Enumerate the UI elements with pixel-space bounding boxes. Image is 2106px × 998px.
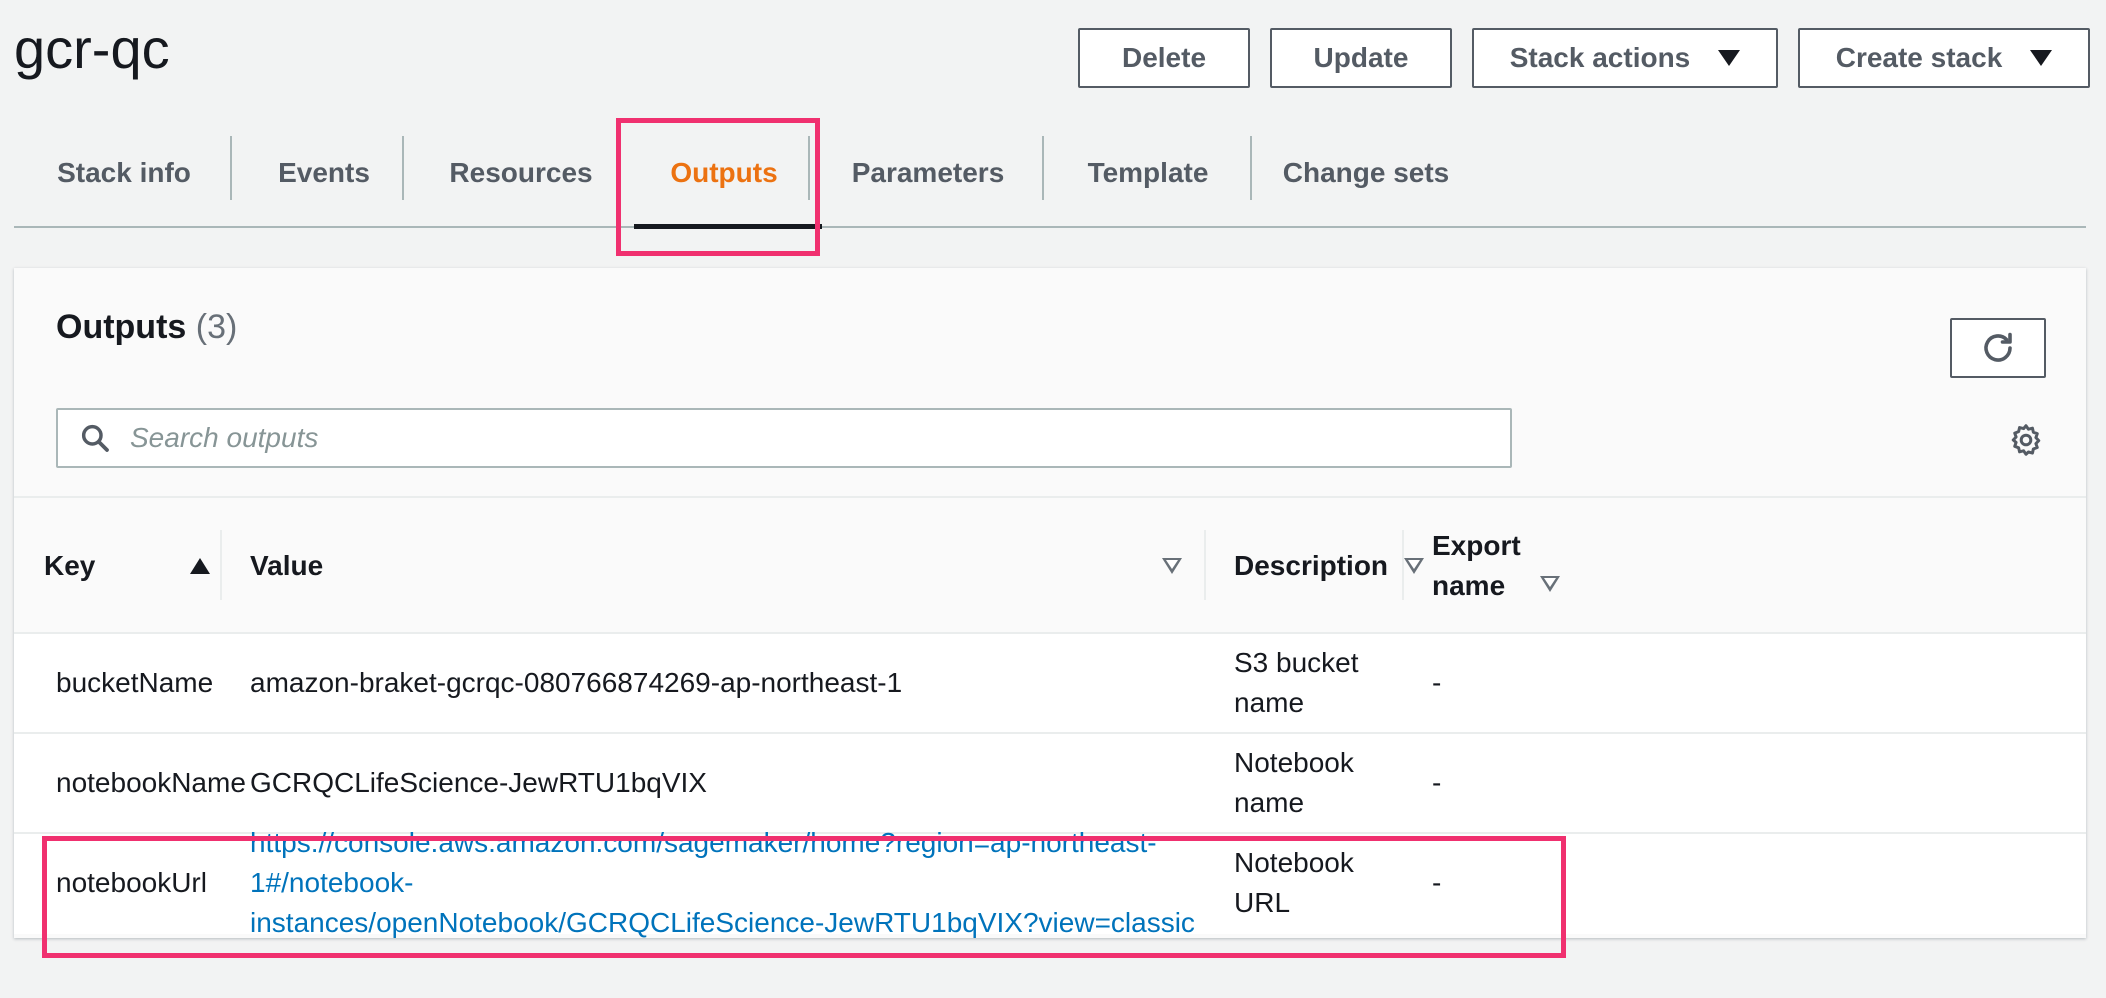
- stack-actions-button[interactable]: Stack actions: [1472, 28, 1778, 88]
- cell-description: Notebook URL: [1234, 847, 1354, 918]
- column-divider: [1402, 530, 1404, 600]
- cell-value: amazon-braket-gcrqc-080766874269-ap-nort…: [250, 667, 903, 698]
- delete-button-label: Delete: [1121, 42, 1207, 73]
- column-label: Export: [1432, 530, 1521, 561]
- cell-key: notebookUrl: [56, 867, 207, 898]
- tab-label: Template: [1087, 157, 1209, 188]
- refresh-button[interactable]: [1950, 318, 2046, 378]
- cell-export-name: -: [1432, 767, 1442, 798]
- cell-value: https://console.aws.amazon.com/sagemaker…: [250, 827, 1250, 938]
- tab-label: Stack info: [57, 157, 191, 188]
- search-box: [56, 408, 1512, 468]
- cell-description: Notebook name: [1234, 747, 1354, 818]
- outputs-panel: Outputs (3) Key: [14, 268, 2086, 938]
- sort-icon: [1162, 558, 1182, 574]
- sort-ascending-icon: [190, 558, 210, 574]
- caret-down-icon: [2030, 50, 2053, 66]
- tab-label: Outputs: [670, 157, 778, 188]
- column-divider: [1204, 530, 1206, 600]
- notebook-url-link[interactable]: https://console.aws.amazon.com/sagemaker…: [250, 823, 1250, 943]
- column-header-key[interactable]: Key: [44, 498, 220, 634]
- link-line: https://console.aws.amazon.com/sagemaker…: [250, 827, 1157, 898]
- sort-icon: [1540, 576, 1560, 592]
- link-line: instances/openNotebook/GCRQCLifeScience-…: [250, 907, 1195, 938]
- search-input[interactable]: [128, 413, 1488, 463]
- tab-change-sets[interactable]: Change sets: [1252, 118, 1480, 228]
- tab-label: Parameters: [851, 157, 1005, 188]
- tab-divider: [808, 136, 810, 200]
- table-row: bucketName amazon-braket-gcrqc-080766874…: [14, 634, 2086, 734]
- column-label: Value: [250, 550, 324, 581]
- column-header-export-name[interactable]: Export name: [1432, 498, 1562, 634]
- sort-icon: [1404, 558, 1424, 574]
- stack-tabs: Stack info Events Resources Outputs Para…: [14, 118, 2086, 229]
- outputs-table: Key Value Description Export name bucket…: [14, 496, 2086, 938]
- cell-key: bucketName: [56, 667, 214, 698]
- tab-parameters[interactable]: Parameters: [814, 118, 1042, 228]
- tab-label: Resources: [449, 157, 593, 188]
- column-label: Description: [1234, 550, 1389, 581]
- create-stack-button[interactable]: Create stack: [1798, 28, 2090, 88]
- cell-export-name: -: [1432, 667, 1442, 698]
- cell-value: GCRQCLifeScience-JewRTU1bqVIX: [250, 767, 707, 798]
- column-label: name: [1432, 570, 1506, 601]
- tab-label: Events: [278, 157, 370, 188]
- tab-outputs[interactable]: Outputs: [626, 118, 822, 229]
- column-label: Key: [44, 550, 96, 581]
- outputs-count: (3): [195, 308, 238, 346]
- refresh-icon: [1984, 332, 2012, 362]
- cell-key: notebookName: [56, 767, 246, 798]
- table-row: notebookUrl https://console.aws.amazon.c…: [14, 827, 2086, 938]
- caret-down-icon: [1718, 50, 1741, 66]
- table-header: Key Value Description Export name: [14, 496, 2086, 634]
- stack-actions-label: Stack actions: [1509, 42, 1691, 73]
- cell-description: S3 bucket name: [1234, 647, 1359, 718]
- panel-title: Outputs (3): [56, 308, 237, 347]
- update-button[interactable]: Update: [1270, 28, 1452, 88]
- column-divider: [220, 530, 222, 600]
- tab-stack-info[interactable]: Stack info: [14, 118, 234, 228]
- delete-button[interactable]: Delete: [1078, 28, 1250, 88]
- tab-events[interactable]: Events: [232, 118, 416, 228]
- tab-label: Change sets: [1282, 157, 1450, 188]
- tab-resources[interactable]: Resources: [404, 118, 638, 228]
- search-icon: [78, 421, 112, 455]
- column-header-description[interactable]: Description: [1234, 498, 1424, 634]
- cell-export-name: -: [1432, 867, 1442, 898]
- table-settings-button[interactable]: [2004, 418, 2048, 462]
- tab-template[interactable]: Template: [1044, 118, 1252, 228]
- gear-icon: [2011, 424, 2041, 456]
- column-header-value[interactable]: Value: [250, 498, 1190, 634]
- table-row: notebookName GCRQCLifeScience-JewRTU1bqV…: [14, 734, 2086, 834]
- create-stack-label: Create stack: [1835, 42, 2003, 73]
- page-title: gcr-qc: [14, 17, 170, 80]
- update-button-label: Update: [1313, 42, 1409, 73]
- outputs-heading: Outputs: [56, 308, 187, 346]
